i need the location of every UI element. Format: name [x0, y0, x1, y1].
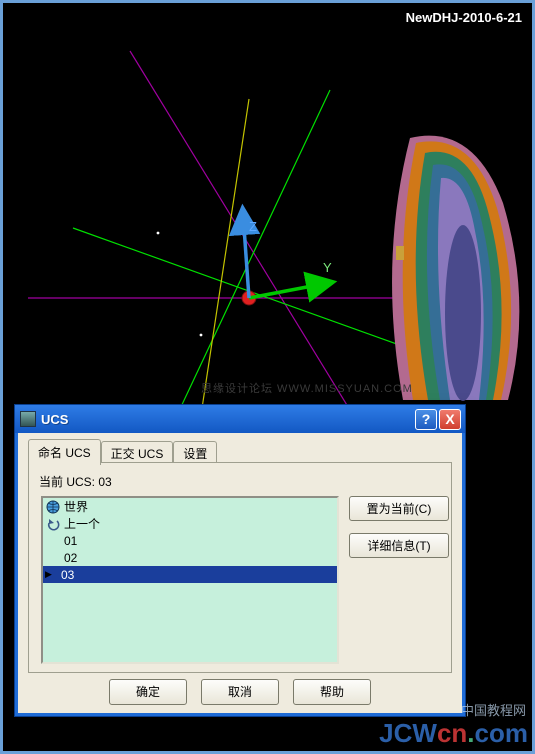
details-button[interactable]: 详细信息(T) [349, 533, 449, 558]
current-ucs-label: 当前 UCS: 03 [39, 473, 441, 490]
side-button-group: 置为当前(C) 详细信息(T) [349, 496, 449, 558]
globe-icon [46, 500, 60, 514]
set-current-button[interactable]: 置为当前(C) [349, 496, 449, 521]
ucs-listbox[interactable]: 世界 上一个 01 02 03 [41, 496, 339, 664]
list-item-label: 03 [61, 568, 74, 582]
list-item-label: 01 [64, 534, 77, 548]
dialog-footer-buttons: 确定 取消 帮助 [18, 679, 462, 705]
solid-body [392, 136, 519, 401]
dialog-icon [20, 411, 36, 427]
app-frame: Z Y NewDHJ-2010-6-21 思缘设计论坛 WWW.MISSYUAN… [0, 0, 535, 754]
list-item[interactable]: 上一个 [43, 515, 337, 532]
list-item-label: 世界 [64, 498, 88, 515]
list-item-label: 02 [64, 551, 77, 565]
dialog-body: 命名 UCS 正交 UCS 设置 当前 UCS: 03 世界 [18, 433, 462, 713]
tab-panel-named: 当前 UCS: 03 世界 上一个 [28, 462, 452, 673]
dialog-close-button[interactable]: X [439, 409, 461, 430]
ucs-dialog: UCS ? X 命名 UCS 正交 UCS 设置 当前 UCS: 03 [14, 404, 466, 717]
tab-named-ucs[interactable]: 命名 UCS [28, 439, 101, 465]
help-button[interactable]: 帮助 [293, 679, 371, 705]
back-arrow-icon [46, 517, 60, 531]
dialog-titlebar[interactable]: UCS ? X [15, 405, 465, 433]
cancel-button[interactable]: 取消 [201, 679, 279, 705]
ok-button[interactable]: 确定 [109, 679, 187, 705]
dialog-help-button[interactable]: ? [415, 409, 437, 430]
list-item[interactable]: 01 [43, 532, 337, 549]
watermark-line1: 中国教程网 [461, 700, 526, 719]
watermark-line2: JCWcn.com [379, 718, 528, 749]
list-item[interactable]: 02 [43, 549, 337, 566]
list-item[interactable]: 世界 [43, 498, 337, 515]
source-watermark: 思缘设计论坛 WWW.MISSYUAN.COM [201, 380, 413, 396]
viewport-title: NewDHJ-2010-6-21 [406, 10, 522, 25]
list-item[interactable]: 03 [43, 566, 337, 583]
dialog-title: UCS [41, 412, 413, 427]
list-item-label: 上一个 [64, 515, 100, 532]
axis-y-label: Y [323, 260, 332, 275]
axis-z-label: Z [249, 219, 257, 234]
